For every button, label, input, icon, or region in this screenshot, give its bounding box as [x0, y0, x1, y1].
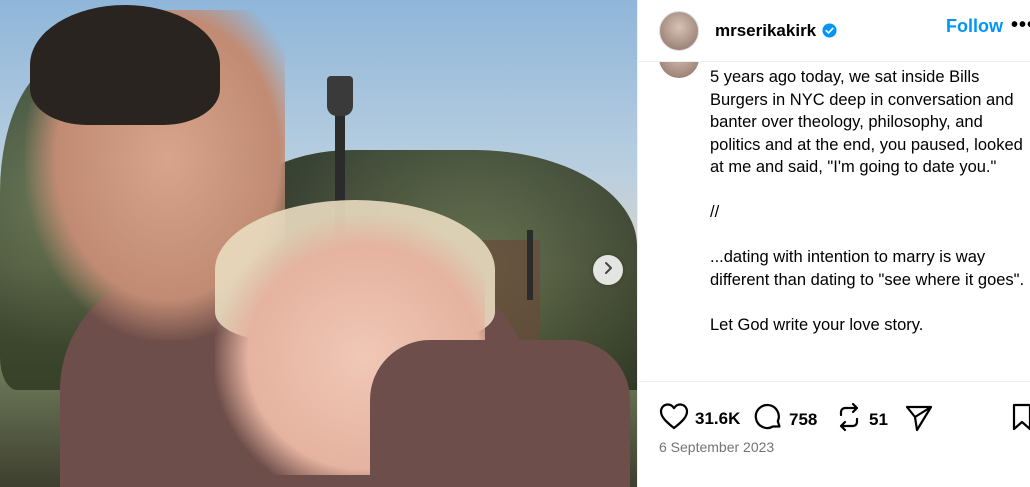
- man-hair: [30, 5, 220, 125]
- username-link[interactable]: mrserikakirk: [715, 21, 816, 41]
- repost-icon[interactable]: [835, 402, 863, 437]
- man-arm: [370, 340, 630, 487]
- save-action[interactable]: [1011, 402, 1030, 437]
- comment-action[interactable]: 758: [753, 402, 817, 437]
- post-media-image[interactable]: [0, 0, 637, 487]
- post-actions: 31.6K 758 51 6 September 2023: [638, 381, 1030, 487]
- caption-scroll-area[interactable]: 5 years ago today, we sat inside Bills B…: [638, 62, 1030, 380]
- comment-count: 758: [789, 409, 818, 429]
- post-header: mrserikakirk Follow •••: [638, 0, 1030, 62]
- bookmark-icon[interactable]: [1011, 402, 1030, 437]
- repost-count: 51: [869, 409, 888, 429]
- post-caption: 5 years ago today, we sat inside Bills B…: [710, 68, 1025, 334]
- follow-button[interactable]: Follow: [946, 16, 1003, 37]
- more-options-button[interactable]: •••: [1011, 14, 1030, 37]
- heart-icon[interactable]: [659, 402, 689, 435]
- post-side-panel: mrserikakirk Follow ••• 5 years ago toda…: [637, 0, 1030, 487]
- chevron-right-icon: [601, 261, 615, 280]
- send-icon[interactable]: [904, 402, 934, 437]
- like-action[interactable]: 31.6K: [659, 402, 740, 435]
- share-action[interactable]: [904, 402, 934, 437]
- like-count: 31.6K: [695, 408, 741, 428]
- verified-badge-icon: [822, 23, 837, 38]
- repost-action[interactable]: 51: [835, 402, 888, 437]
- avatar[interactable]: [659, 10, 699, 51]
- tiki-torch-distant: [527, 230, 533, 300]
- next-media-button[interactable]: [593, 255, 623, 285]
- caption-avatar: [659, 62, 699, 78]
- comment-icon[interactable]: [753, 402, 783, 437]
- post-date[interactable]: 6 September 2023: [659, 439, 774, 455]
